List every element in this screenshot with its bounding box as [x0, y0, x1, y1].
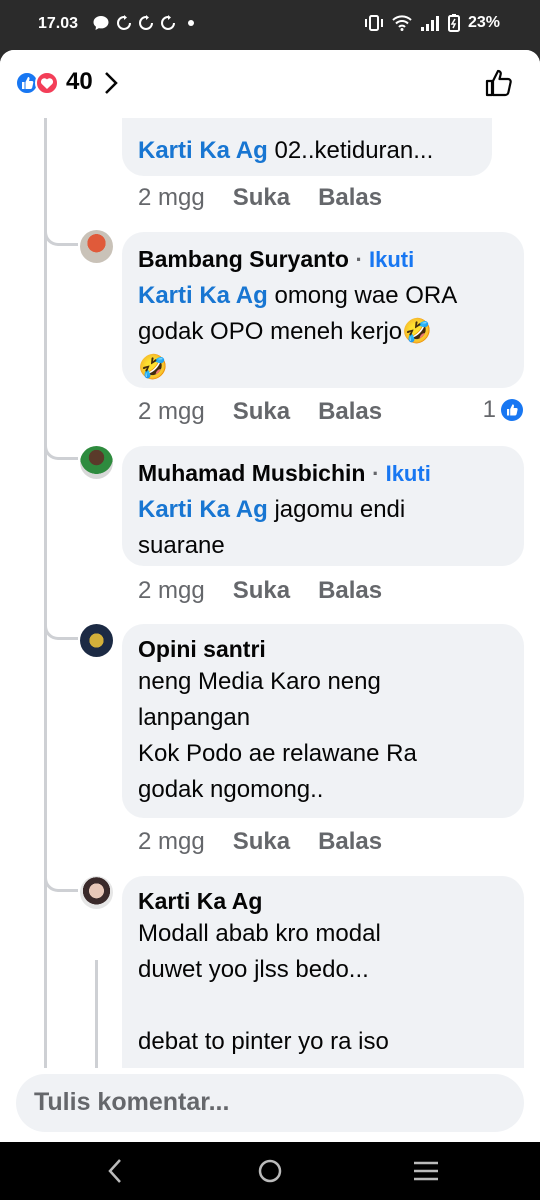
comment-time[interactable]: 2 mgg [138, 184, 205, 212]
comment-line: godak ngomong.. [138, 776, 324, 803]
comment-author[interactable]: Muhamad Musbichin [138, 460, 365, 486]
follow-button[interactable]: · Ikuti [356, 247, 415, 272]
reaction-icons [15, 71, 59, 95]
thread-connector [44, 624, 78, 640]
mention-link[interactable]: Karti Ka Ag [138, 282, 268, 309]
sync-icon [139, 15, 153, 30]
clock: 17.03 [38, 15, 79, 32]
comment-line: debat to pinter yo ra iso [138, 1028, 389, 1055]
comments-sheet: 40 Karti Ka Ag 02..ketiduran... 2 mgg Su… [0, 50, 540, 1142]
reply-button[interactable]: Balas [318, 577, 382, 605]
comment-body: 02..ketiduran... [267, 137, 434, 164]
comment-actions: 2 mgg Suka Balas [138, 577, 382, 605]
notification-icons [92, 14, 194, 32]
comment-body: jagomu endi [267, 496, 406, 523]
comment-line: neng Media Karo neng [138, 668, 381, 695]
more-notifications-dot [188, 20, 194, 26]
comment-time[interactable]: 2 mgg [138, 828, 205, 856]
comment-text: Modall abab kro modal duwet yoo jlss bed… [138, 916, 508, 1060]
comment-actions: 2 mgg Suka Balas [138, 828, 382, 856]
rofl-emoji: 🤣 [138, 354, 168, 381]
comment-text: Karti Ka Ag omong wae ORA godak OPO mene… [138, 278, 508, 386]
reactions-header[interactable]: 40 [0, 50, 540, 118]
comment-body: suarane [138, 532, 225, 559]
avatar[interactable] [80, 876, 113, 909]
comment-composer: Tulis komentar... [0, 1068, 540, 1142]
follow-button[interactable]: · Ikuti [372, 461, 431, 486]
system-nav-bar [0, 1142, 540, 1200]
reply-button[interactable]: Balas [318, 184, 382, 212]
chat-icon [93, 16, 109, 30]
rofl-emoji: 🤣 [402, 318, 433, 345]
mention-link[interactable]: Karti Ka Ag [138, 496, 268, 523]
comment-text: Karti Ka Ag 02..ketiduran... [138, 134, 476, 168]
vibrate-icon [364, 15, 383, 31]
reaction-count: 40 [66, 68, 93, 95]
comment-time[interactable]: 2 mgg [138, 398, 205, 426]
like-button[interactable]: Suka [233, 828, 290, 856]
comment-actions: 2 mgg Suka Balas [138, 184, 382, 212]
like-button[interactable]: Suka [233, 184, 290, 212]
avatar[interactable] [80, 624, 113, 657]
thread-connector [44, 230, 78, 246]
comment-actions: 2 mgg Suka Balas [138, 398, 382, 426]
comment-line: duwet yoo jlss bedo... [138, 956, 369, 983]
reaction-number: 1 [482, 396, 496, 423]
battery-percent: 23% [467, 14, 500, 31]
thread-connector [44, 444, 78, 460]
reply-button[interactable]: Balas [318, 828, 382, 856]
comment-input-placeholder: Tulis komentar... [34, 1088, 230, 1116]
comment-text: neng Media Karo neng lanpangan Kok Podo … [138, 664, 508, 808]
comment-line: lanpangan [138, 704, 251, 731]
comment-bubble[interactable]: Opini santri neng Media Karo neng lanpan… [122, 624, 524, 818]
mention-link[interactable]: Karti Ka Ag [138, 137, 268, 164]
wifi-icon [392, 15, 412, 31]
thread-line [44, 118, 47, 1118]
comment-author[interactable]: Karti Ka Ag [138, 886, 508, 916]
comment-input[interactable]: Tulis komentar... [16, 1074, 524, 1132]
status-bar: 17.03 23% [0, 0, 540, 50]
like-button[interactable]: Suka [233, 577, 290, 605]
avatar[interactable] [80, 446, 113, 479]
home-icon[interactable] [257, 1156, 283, 1186]
comment-body: omong wae ORA [267, 282, 458, 309]
system-icons: 23% [364, 14, 500, 32]
comment-reaction-count[interactable]: 1 [483, 396, 524, 424]
avatar[interactable] [80, 230, 113, 263]
chevron-right-icon[interactable] [103, 70, 119, 96]
comment-line: Kok Podo ae relawane Ra [138, 740, 417, 767]
comment-line [138, 988, 508, 1024]
like-thumb-icon[interactable] [484, 68, 514, 98]
comment-bubble[interactable]: Bambang Suryanto · Ikuti Karti Ka Ag omo… [122, 232, 524, 388]
sync-icon [161, 15, 175, 30]
sync-icon [117, 15, 131, 30]
comment-author[interactable]: Opini santri [138, 634, 508, 664]
recents-menu-icon[interactable] [412, 1156, 440, 1186]
like-reaction-icon [501, 399, 523, 421]
battery-icon [447, 14, 460, 32]
comment-body: godak OPO meneh kerjo [138, 318, 403, 345]
comment-time[interactable]: 2 mgg [138, 577, 205, 605]
like-button[interactable]: Suka [233, 398, 290, 426]
comment-bubble[interactable]: Karti Ka Ag Modall abab kro modal duwet … [122, 876, 524, 1096]
signal-icon [420, 16, 439, 31]
thread-connector [44, 876, 78, 892]
reply-button[interactable]: Balas [318, 398, 382, 426]
comment-author[interactable]: Bambang Suryanto [138, 246, 349, 272]
comment-bubble[interactable]: Muhamad Musbichin · Ikuti Karti Ka Ag ja… [122, 446, 524, 566]
comment-line: Modall abab kro modal [138, 920, 381, 947]
back-icon[interactable] [104, 1156, 126, 1186]
comment-text: Karti Ka Ag jagomu endi suarane [138, 492, 508, 564]
